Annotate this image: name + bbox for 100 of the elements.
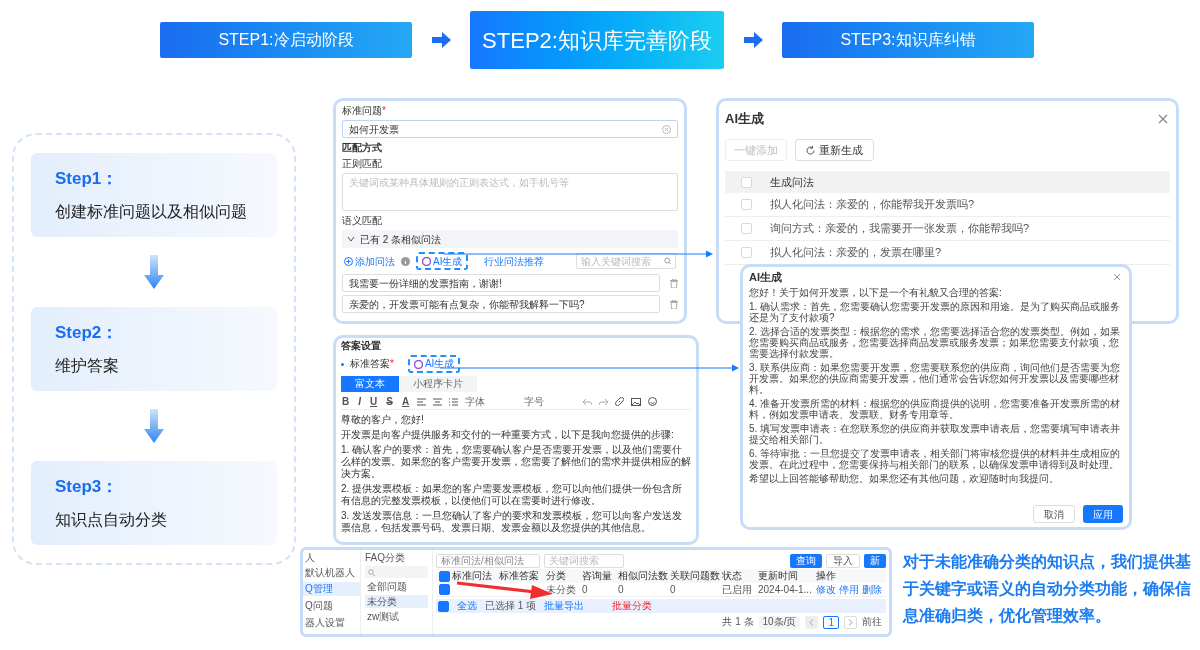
list-icon: [449, 397, 459, 406]
goto-label: 前往: [862, 616, 883, 628]
format-button[interactable]: A: [400, 395, 411, 408]
previous-page-button[interactable]: [805, 615, 819, 629]
editor-tab[interactable]: 小程序卡片: [399, 376, 477, 392]
answer-paragraph: 您好！关于如何开发票，以下是一个有礼貌又合理的答案:: [749, 287, 1003, 298]
nav-item[interactable]: Q问题: [303, 599, 360, 613]
category-item[interactable]: zw测试: [365, 610, 428, 623]
align-center-icon: [433, 397, 443, 406]
similar-question-input[interactable]: 我需要一份详细的发票指南，谢谢!: [342, 274, 660, 292]
step-tab[interactable]: STEP3:知识库纠错: [782, 22, 1034, 58]
undo-icon: [583, 397, 593, 406]
answer-paragraph: 2. 选择合适的发票类型：根据您的需求，您需要选择适合您的发票类型。例如，如果您需要购买商品或服务，您需要选择商品发票或服务发票；如果您需要支付款项，您需要选择付款发票。: [749, 326, 1122, 359]
step-description: 知识点自动分类: [55, 509, 168, 530]
format-button[interactable]: I: [357, 395, 362, 408]
ai-generate-button[interactable]: AI生成: [416, 252, 469, 270]
dialog-title: AI生成: [725, 110, 764, 129]
search-field[interactable]: 输入关键词搜索: [576, 253, 676, 269]
column-header: 生成问法: [770, 174, 814, 190]
batch-export-link[interactable]: 批量导出: [544, 600, 585, 612]
category-search-field[interactable]: [365, 566, 428, 578]
font-select[interactable]: 字体: [465, 395, 518, 408]
table-cell-text: 0: [582, 583, 589, 596]
collapse-header[interactable]: 已有 2 条相似问法: [342, 230, 678, 248]
required-mark: *: [382, 104, 386, 117]
redo-icon: [599, 397, 609, 406]
toolbar-button[interactable]: 查询: [790, 553, 822, 568]
nav-item[interactable]: 器人设置: [303, 616, 360, 630]
answer-paragraph: 5. 填写发票申请表：在您联系您的供应商并获取发票申请表后，您需要填写申请表并提交给相关部门。: [749, 423, 1122, 445]
nav-item[interactable]: Q管理: [303, 582, 360, 596]
total-count: 共 1 条: [722, 616, 754, 628]
answer-paragraph: 1. 确认客户的要求：首先，您需要确认客户是否需要开发票，以及他们需要什么样的发票。如果您的客户需要开发票，您需要了解他们的需求并提供相应的解决方案。: [341, 444, 691, 480]
answer-paragraph: 尊敬的客户，您好!: [341, 414, 425, 426]
question-input[interactable]: 如何开发票: [342, 120, 678, 138]
checkbox[interactable]: [438, 600, 449, 612]
row-action-link[interactable]: 删除: [862, 583, 882, 596]
row-action-link[interactable]: 停用: [839, 583, 859, 596]
generated-question: 询问方式：亲爱的，我需要开一张发票，你能帮我吗?: [770, 221, 1030, 237]
table-cell-text: 0: [618, 583, 625, 596]
column-header: 标准问法: [452, 570, 493, 582]
cancel-button[interactable]: 取消: [1033, 505, 1075, 523]
search-field[interactable]: 关键词搜索: [544, 553, 624, 568]
ai-icon: [422, 256, 431, 266]
close-button[interactable]: [1158, 113, 1170, 125]
format-button[interactable]: U: [369, 395, 379, 408]
answer-paragraph: 1. 确认需求：首先，您需要确认您需要开发票的原因和用途。是为了购买商品或服务还是为了支付款项?: [749, 301, 1122, 323]
table-cell-text: 0: [670, 583, 677, 596]
format-button[interactable]: S: [385, 395, 394, 408]
field-label: 标准答案: [350, 358, 390, 370]
step-tab[interactable]: STEP1:冷启动阶段: [160, 22, 412, 58]
similar-question-input[interactable]: 亲爱的，开发票可能有点复杂，你能帮我解释一下吗?: [342, 295, 660, 313]
recommend-link[interactable]: 行业问法推荐: [484, 254, 545, 268]
row-action-link[interactable]: 修改: [816, 583, 836, 596]
regenerate-button[interactable]: 重新生成: [795, 139, 874, 161]
page-size-select[interactable]: 10条/页: [758, 615, 801, 629]
refresh-icon: [806, 145, 815, 155]
column-header: 咨询量: [582, 570, 613, 582]
close-icon: [1158, 114, 1168, 124]
next-page-button[interactable]: [844, 615, 857, 629]
robot-label: 人: [304, 552, 316, 564]
select-all-link[interactable]: 全选: [457, 600, 477, 612]
trash-icon: [670, 299, 678, 309]
toolbar-button[interactable]: 导入: [826, 553, 860, 568]
close-icon: [1113, 273, 1121, 281]
down-arrow-icon: [144, 255, 164, 289]
section-label: 匹配方式: [342, 141, 383, 154]
arrow-icon: [742, 31, 764, 49]
checkbox[interactable]: [438, 570, 450, 582]
generated-question: 拟人化问法：亲爱的，发票在哪里?: [770, 245, 942, 261]
search-icon: [663, 257, 671, 265]
filter-select[interactable]: 标准问法/相似问法: [436, 553, 540, 568]
ai-generate-button[interactable]: AI生成: [407, 355, 461, 373]
generated-question: 拟人化问法：亲爱的，你能帮我开发票吗?: [770, 197, 975, 213]
link-icon: [615, 397, 625, 406]
category-item[interactable]: 全部问题: [365, 580, 428, 593]
column-header: 关联问题数: [670, 570, 721, 582]
plus-circle-icon: [344, 256, 353, 266]
apply-button[interactable]: 应用: [1083, 505, 1123, 523]
category-item[interactable]: 未分类: [365, 595, 428, 608]
add-question-link[interactable]: 添加问法: [344, 254, 395, 268]
close-button[interactable]: [1113, 272, 1123, 282]
page-button[interactable]: 1: [823, 615, 839, 629]
editor-tab[interactable]: 富文本: [341, 376, 399, 392]
table-cell-text: 已启用: [722, 583, 753, 596]
checkbox[interactable]: [438, 584, 450, 595]
size-select[interactable]: 字号: [524, 395, 577, 408]
field-label: 语义匹配: [342, 214, 383, 227]
arrow-icon: [430, 31, 452, 49]
step-description: 创建标准问题以及相似问题: [55, 201, 248, 222]
search-icon: [368, 568, 375, 576]
batch-classify-link[interactable]: 批量分类: [612, 600, 653, 612]
info-icon: [401, 256, 410, 266]
robot-select[interactable]: 默认机器人: [303, 567, 360, 579]
step-title: Step3：: [55, 476, 120, 499]
format-button[interactable]: B: [341, 395, 351, 408]
section-title: 答案设置: [341, 340, 382, 352]
toolbar-button[interactable]: 新: [864, 553, 886, 568]
answer-paragraph: 开发票是向客户提供服务和交付的一种重要方式，以下是我向您提供的步骤:: [341, 429, 675, 441]
answer-paragraph: 4. 准备开发票所需的材料：根据您的供应商提供的说明，您需要准备开发票所需的材料，例如发票申请表、发票联、财务专用章等。: [749, 398, 1122, 420]
down-arrow-icon: [144, 409, 164, 443]
